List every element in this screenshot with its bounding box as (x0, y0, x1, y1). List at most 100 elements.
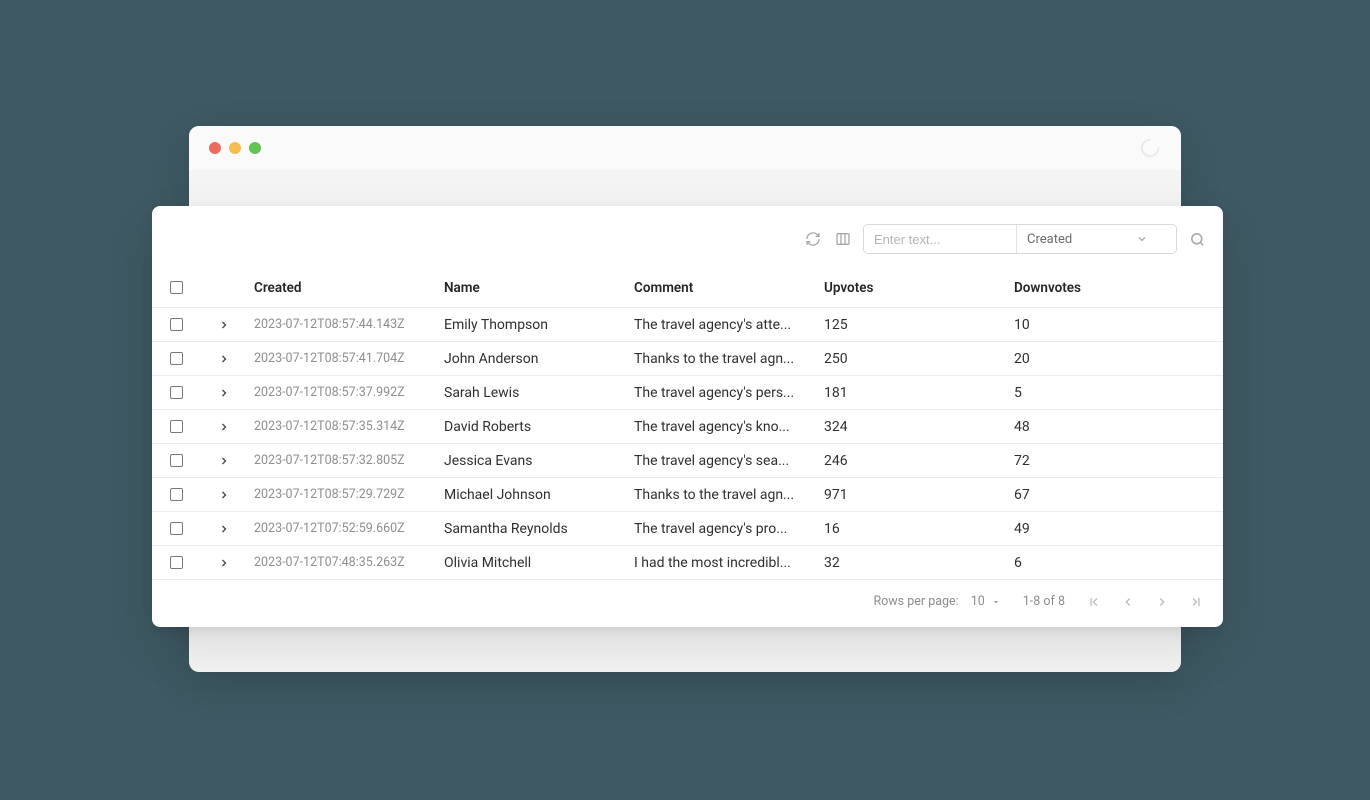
table-body: 2023-07-12T08:57:44.143ZEmily ThompsonTh… (152, 308, 1223, 580)
cell-comment: I had the most incredibl... (628, 555, 818, 571)
search-input[interactable] (864, 225, 1016, 253)
cell-created: 2023-07-12T08:57:44.143Z (248, 317, 438, 332)
expand-row-button[interactable] (218, 353, 230, 365)
cell-downvotes: 49 (1008, 521, 1223, 537)
chevron-down-icon (1136, 233, 1148, 245)
cell-name: Olivia Mitchell (438, 555, 628, 571)
cell-created: 2023-07-12T07:48:35.263Z (248, 555, 438, 570)
cell-upvotes: 250 (818, 351, 1008, 367)
cell-name: David Roberts (438, 419, 628, 435)
cell-upvotes: 125 (818, 317, 1008, 333)
column-header-name[interactable]: Name (438, 280, 628, 296)
expand-row-button[interactable] (218, 557, 230, 569)
cell-created: 2023-07-12T08:57:41.704Z (248, 351, 438, 366)
cell-upvotes: 32 (818, 555, 1008, 571)
search-group: Created (863, 224, 1177, 254)
row-checkbox[interactable] (170, 556, 183, 569)
cell-created: 2023-07-12T08:57:37.992Z (248, 385, 438, 400)
expand-row-button[interactable] (218, 387, 230, 399)
table-row[interactable]: 2023-07-12T07:52:59.660ZSamantha Reynold… (152, 512, 1223, 546)
search-button[interactable] (1187, 229, 1207, 249)
table-row[interactable]: 2023-07-12T08:57:32.805ZJessica EvansThe… (152, 444, 1223, 478)
table-toolbar: Created (152, 224, 1223, 268)
cell-downvotes: 5 (1008, 385, 1223, 401)
cell-downvotes: 72 (1008, 453, 1223, 469)
cell-upvotes: 324 (818, 419, 1008, 435)
column-header-upvotes[interactable]: Upvotes (818, 280, 1008, 296)
cell-comment: The travel agency's kno... (628, 419, 818, 435)
select-all-checkbox[interactable] (170, 281, 183, 294)
caret-down-icon (991, 597, 1001, 607)
pagination-range: 1-8 of 8 (1023, 594, 1065, 609)
cell-comment: The travel agency's sea... (628, 453, 818, 469)
cell-upvotes: 246 (818, 453, 1008, 469)
row-checkbox[interactable] (170, 386, 183, 399)
cell-downvotes: 20 (1008, 351, 1223, 367)
row-checkbox[interactable] (170, 420, 183, 433)
cell-comment: The travel agency's pro... (628, 521, 818, 537)
cell-downvotes: 10 (1008, 317, 1223, 333)
cell-comment: The travel agency's pers... (628, 385, 818, 401)
cell-upvotes: 16 (818, 521, 1008, 537)
cell-name: Sarah Lewis (438, 385, 628, 401)
expand-row-button[interactable] (218, 455, 230, 467)
rows-per-page-label: Rows per page: (873, 594, 958, 609)
refresh-button[interactable] (803, 229, 823, 249)
table-row[interactable]: 2023-07-12T08:57:35.314ZDavid RobertsThe… (152, 410, 1223, 444)
loading-spinner-icon (1139, 137, 1161, 159)
traffic-lights (209, 142, 261, 154)
expand-row-button[interactable] (218, 319, 230, 331)
next-page-button[interactable] (1155, 595, 1169, 609)
column-header-downvotes[interactable]: Downvotes (1008, 280, 1223, 296)
cell-created: 2023-07-12T08:57:32.805Z (248, 453, 438, 468)
cell-name: John Anderson (438, 351, 628, 367)
table-header-row: Created Name Comment Upvotes Downvotes (152, 268, 1223, 308)
cell-upvotes: 971 (818, 487, 1008, 503)
search-field-selected: Created (1027, 232, 1072, 247)
cell-comment: Thanks to the travel agn... (628, 351, 818, 367)
table-row[interactable]: 2023-07-12T08:57:29.729ZMichael JohnsonT… (152, 478, 1223, 512)
row-checkbox[interactable] (170, 522, 183, 535)
column-header-comment[interactable]: Comment (628, 280, 818, 296)
row-checkbox[interactable] (170, 454, 183, 467)
row-checkbox[interactable] (170, 352, 183, 365)
first-page-button[interactable] (1087, 595, 1101, 609)
pagination-nav (1087, 595, 1203, 609)
rows-per-page-value: 10 (971, 594, 985, 609)
expand-row-button[interactable] (218, 523, 230, 535)
table-row[interactable]: 2023-07-12T08:57:37.992ZSarah LewisThe t… (152, 376, 1223, 410)
cell-downvotes: 48 (1008, 419, 1223, 435)
expand-row-button[interactable] (218, 489, 230, 501)
search-field-select[interactable]: Created (1016, 225, 1176, 253)
cell-created: 2023-07-12T07:52:59.660Z (248, 521, 438, 536)
rows-per-page-select[interactable]: 10 (971, 594, 1001, 609)
minimize-window-button[interactable] (229, 142, 241, 154)
row-checkbox[interactable] (170, 488, 183, 501)
close-window-button[interactable] (209, 142, 221, 154)
cell-name: Samantha Reynolds (438, 521, 628, 537)
table-row[interactable]: 2023-07-12T08:57:41.704ZJohn AndersonTha… (152, 342, 1223, 376)
expand-row-button[interactable] (218, 421, 230, 433)
data-table-panel: Created Created Name Comment Upvotes Dow… (152, 206, 1223, 627)
cell-created: 2023-07-12T08:57:29.729Z (248, 487, 438, 502)
row-checkbox[interactable] (170, 318, 183, 331)
maximize-window-button[interactable] (249, 142, 261, 154)
table-row[interactable]: 2023-07-12T07:48:35.263ZOlivia MitchellI… (152, 546, 1223, 580)
column-header-created[interactable]: Created (248, 280, 438, 296)
data-table: Created Name Comment Upvotes Downvotes 2… (152, 268, 1223, 580)
table-row[interactable]: 2023-07-12T08:57:44.143ZEmily ThompsonTh… (152, 308, 1223, 342)
cell-upvotes: 181 (818, 385, 1008, 401)
cell-name: Jessica Evans (438, 453, 628, 469)
cell-comment: Thanks to the travel agn... (628, 487, 818, 503)
last-page-button[interactable] (1189, 595, 1203, 609)
pagination-bar: Rows per page: 10 1-8 of 8 (152, 580, 1223, 627)
prev-page-button[interactable] (1121, 595, 1135, 609)
rows-per-page: Rows per page: 10 (873, 594, 1000, 609)
cell-name: Emily Thompson (438, 317, 628, 333)
cell-downvotes: 67 (1008, 487, 1223, 503)
window-titlebar (189, 126, 1181, 170)
cell-downvotes: 6 (1008, 555, 1223, 571)
columns-button[interactable] (833, 229, 853, 249)
cell-comment: The travel agency's atte... (628, 317, 818, 333)
cell-name: Michael Johnson (438, 487, 628, 503)
